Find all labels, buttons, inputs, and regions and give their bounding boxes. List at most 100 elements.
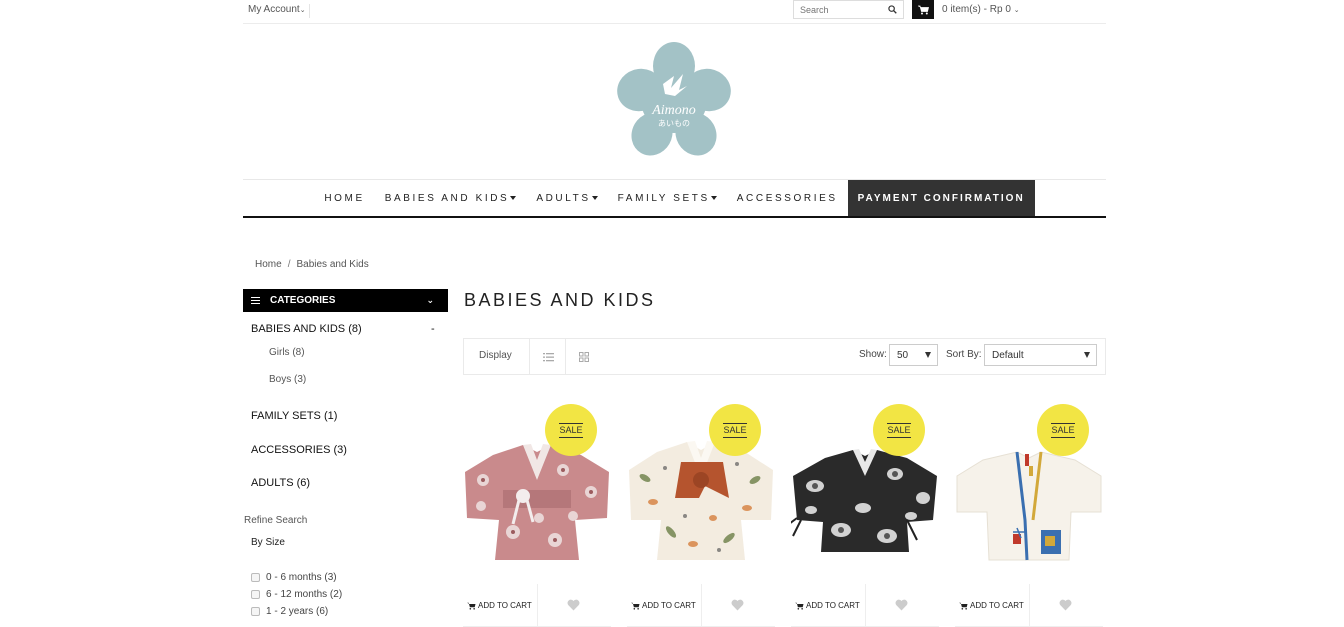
breadcrumb-home[interactable]: Home xyxy=(255,259,282,270)
product-card: SALE ADD TO CART xyxy=(791,400,939,627)
product-actions: ADD TO CART xyxy=(463,584,611,627)
category-collapse-toggle[interactable]: - xyxy=(431,323,435,335)
search-box xyxy=(793,0,904,19)
breadcrumb-separator: / xyxy=(287,259,291,270)
category-boys[interactable]: Boys (3) xyxy=(269,374,306,385)
cart-icon xyxy=(631,602,640,610)
checkbox[interactable] xyxy=(251,573,260,582)
main-nav: HOME BABIES AND KIDS ADULTS FAMILY SETS … xyxy=(243,180,1106,216)
breadcrumb-current[interactable]: Babies and Kids xyxy=(296,259,368,270)
caret-down-icon xyxy=(510,195,517,200)
chevron-down-icon: ⌄ xyxy=(426,295,434,305)
product-card: SALE ADD TO CART xyxy=(463,400,611,627)
nav-item-family-sets[interactable]: FAMILY SETS xyxy=(608,180,727,216)
my-account-dropdown[interactable]: My Account⌄ xyxy=(248,4,310,18)
svg-text:あいもの: あいもの xyxy=(658,119,690,128)
toolbar-divider xyxy=(565,339,566,374)
sakura-logo-icon: Aimono あいもの xyxy=(617,42,731,156)
add-to-cart-button[interactable]: ADD TO CART xyxy=(959,601,1024,610)
product-toolbar: Display Show: 50 Sort By: Default xyxy=(463,338,1106,375)
list-view-icon[interactable] xyxy=(543,352,554,362)
add-to-cart-label: ADD TO CART xyxy=(806,601,860,610)
category-family-sets[interactable]: FAMILY SETS (1) xyxy=(251,410,337,422)
category-accessories[interactable]: ACCESSORIES (3) xyxy=(251,444,347,456)
refine-search-title: Refine Search xyxy=(244,515,308,526)
wishlist-heart-icon[interactable] xyxy=(731,599,744,611)
add-to-cart-label: ADD TO CART xyxy=(642,601,696,610)
cart-icon xyxy=(959,602,968,610)
show-select[interactable]: 50 xyxy=(889,344,938,366)
sort-label: Sort By: xyxy=(946,349,982,360)
add-to-cart-label: ADD TO CART xyxy=(970,601,1024,610)
nav-underline xyxy=(243,216,1106,218)
nav-item-accessories[interactable]: ACCESSORIES xyxy=(727,180,848,216)
sale-badge: SALE xyxy=(709,404,761,456)
chevron-down-icon: ⌄ xyxy=(299,7,306,14)
checkbox[interactable] xyxy=(251,590,260,599)
cart-icon xyxy=(795,602,804,610)
category-adults[interactable]: ADULTS (6) xyxy=(251,477,310,489)
size-label: 1 - 2 years (6) xyxy=(266,606,329,617)
size-label: 0 - 6 months (3) xyxy=(266,572,337,583)
nav-item-payment-confirmation[interactable]: PAYMENT CONFIRMATION xyxy=(847,180,1035,216)
add-to-cart-button[interactable]: ADD TO CART xyxy=(795,601,860,610)
cart-icon xyxy=(917,5,929,14)
search-icon[interactable] xyxy=(888,5,897,14)
action-divider xyxy=(1029,584,1030,627)
category-babies-and-kids[interactable]: BABIES AND KIDS (8) xyxy=(251,323,362,335)
menu-icon xyxy=(251,295,260,306)
dropdown-arrow-icon xyxy=(1084,352,1090,358)
product-actions: ADD TO CART xyxy=(627,584,775,627)
top-bar: My Account⌄ 0 item(s) - Rp 0 ⌄ xyxy=(243,0,1106,24)
size-filter-1-2-years[interactable]: 1 - 2 years (6) xyxy=(251,606,328,617)
sort-value: Default xyxy=(992,349,1024,361)
nav-item-adults[interactable]: ADULTS xyxy=(526,180,607,216)
checkbox[interactable] xyxy=(251,607,260,616)
add-to-cart-label: ADD TO CART xyxy=(478,601,532,610)
caret-down-icon xyxy=(591,195,598,200)
svg-text:Aimono: Aimono xyxy=(651,103,696,118)
size-filter-0-6-months[interactable]: 0 - 6 months (3) xyxy=(251,572,337,583)
categories-title: CATEGORIES xyxy=(270,295,336,306)
show-value: 50 xyxy=(897,349,909,361)
cart-summary-label: 0 item(s) - Rp 0 xyxy=(942,4,1011,15)
sale-badge: SALE xyxy=(873,404,925,456)
add-to-cart-button[interactable]: ADD TO CART xyxy=(631,601,696,610)
page-title: BABIES AND KIDS xyxy=(464,290,656,310)
wishlist-heart-icon[interactable] xyxy=(895,599,908,611)
dropdown-arrow-icon xyxy=(925,352,931,358)
caret-down-icon xyxy=(710,195,717,200)
category-girls[interactable]: Girls (8) xyxy=(269,347,305,358)
site-logo[interactable]: Aimono あいもの xyxy=(613,40,735,160)
categories-header[interactable]: CATEGORIES ⌄ xyxy=(243,289,448,312)
sale-badge: SALE xyxy=(545,404,597,456)
sort-select[interactable]: Default xyxy=(984,344,1097,366)
display-label: Display xyxy=(479,350,512,361)
cart-summary[interactable]: 0 item(s) - Rp 0 ⌄ xyxy=(942,4,1020,15)
action-divider xyxy=(865,584,866,627)
sale-badge: SALE xyxy=(1037,404,1089,456)
my-account-label: My Account xyxy=(248,4,300,15)
breadcrumb: Home / Babies and Kids xyxy=(255,259,369,270)
nav-item-home[interactable]: HOME xyxy=(314,180,374,216)
search-input[interactable] xyxy=(794,1,884,18)
chevron-down-icon: ⌄ xyxy=(1013,7,1020,14)
product-actions: ADD TO CART xyxy=(791,584,939,627)
cart-icon xyxy=(467,602,476,610)
nav-item-babies-and-kids[interactable]: BABIES AND KIDS xyxy=(375,180,527,216)
product-actions: ADD TO CART xyxy=(955,584,1103,627)
grid-view-icon[interactable] xyxy=(579,352,589,362)
toolbar-divider xyxy=(529,339,530,374)
show-label: Show: xyxy=(859,349,887,360)
cart-button[interactable] xyxy=(912,0,934,19)
wishlist-heart-icon[interactable] xyxy=(567,599,580,611)
action-divider xyxy=(701,584,702,627)
action-divider xyxy=(537,584,538,627)
wishlist-heart-icon[interactable] xyxy=(1059,599,1072,611)
size-label: 6 - 12 months (2) xyxy=(266,589,343,600)
product-card: SALE ADD TO CART xyxy=(627,400,775,627)
by-size-label: By Size xyxy=(251,537,285,548)
add-to-cart-button[interactable]: ADD TO CART xyxy=(467,601,532,610)
product-card: SALE ADD TO CART xyxy=(955,400,1103,627)
size-filter-6-12-months[interactable]: 6 - 12 months (2) xyxy=(251,589,342,600)
